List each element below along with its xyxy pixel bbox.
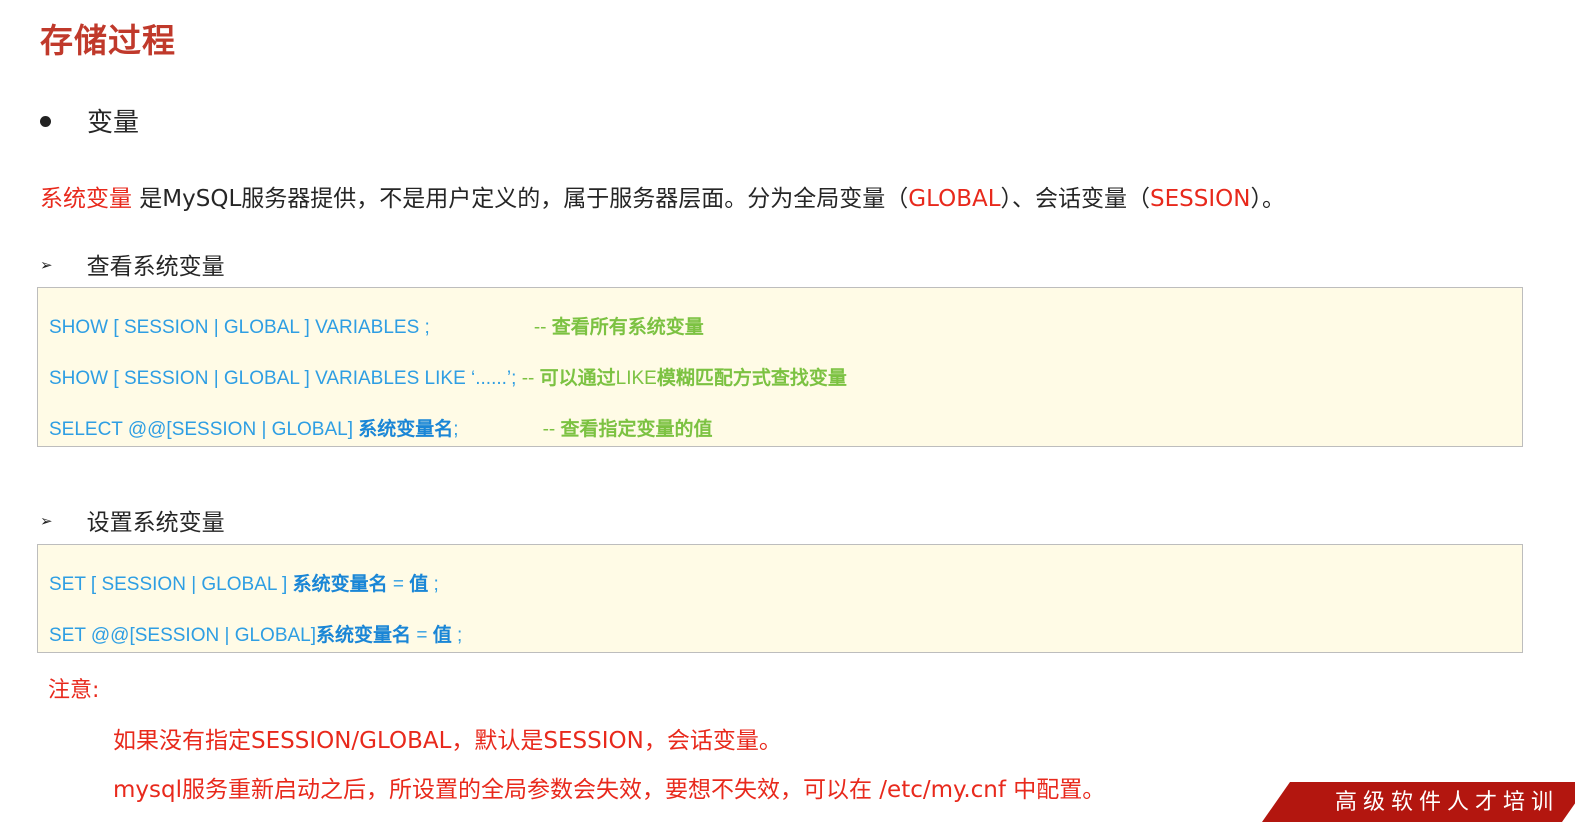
code-text: SHOW [ SESSION | GLOBAL ] VARIABLES LIKE… <box>49 368 517 389</box>
code-line: SELECT @@[SESSION | GLOBAL] 系统变量名; -- 查看指… <box>49 414 713 441</box>
note-label: 注意: <box>48 678 100 703</box>
arrow-bullet-icon: ➢ <box>40 256 53 274</box>
bullet-label: 变量 <box>87 108 140 138</box>
comment-text: 查看指定变量的值 <box>555 419 713 440</box>
page-title: 存储过程 <box>40 21 176 60</box>
code-line: SET @@[SESSION | GLOBAL]系统变量名 = 值 ; <box>49 620 462 647</box>
comment-dash: -- <box>542 419 556 440</box>
view-section-heading: ➢ 查看系统变量 <box>40 247 225 281</box>
intro-text-1: 是MySQL服务器提供，不是用户定义的，属于服务器层面。分为全局变量（ <box>132 186 909 212</box>
code-end: ; <box>453 419 459 440</box>
code-line: SHOW [ SESSION | GLOBAL ] VARIABLES ; -- … <box>49 312 704 339</box>
code-eq: = <box>411 625 433 646</box>
intro-text-3: ）。 <box>1250 186 1285 212</box>
comment-like: LIKE <box>615 368 657 389</box>
set-code-block: SET [ SESSION | GLOBAL ] 系统变量名 = 值 ; SET… <box>37 544 1523 653</box>
code-bold: 系统变量名 <box>292 574 388 595</box>
code-text: SHOW [ SESSION | GLOBAL ] VARIABLES ; <box>49 317 430 338</box>
set-heading-label: 设置系统变量 <box>86 510 225 536</box>
code-text: SELECT @@[SESSION | GLOBAL] <box>49 419 359 440</box>
code-end: ; <box>451 625 463 646</box>
code-bold: 系统变量名 <box>358 419 454 440</box>
comment-dash: -- <box>533 317 547 338</box>
code-value: 值 <box>432 625 452 646</box>
code-bold: 系统变量名 <box>316 625 412 646</box>
intro-term: 系统变量 <box>40 186 132 212</box>
comment-dash: -- <box>516 368 535 389</box>
intro-text-2: ）、会话变量（ <box>1000 186 1151 212</box>
code-end: ; <box>428 574 439 595</box>
note-line: 如果没有指定SESSION/GLOBAL，默认是SESSION，会话变量。 <box>113 728 782 754</box>
comment-text: 查看所有系统变量 <box>546 317 704 338</box>
code-text: SET [ SESSION | GLOBAL ] <box>49 574 293 595</box>
comment-rest: 模糊匹配方式查找变量 <box>656 368 847 389</box>
intro-global: GLOBAL <box>908 186 1001 212</box>
code-line: SHOW [ SESSION | GLOBAL ] VARIABLES LIKE… <box>49 363 847 390</box>
view-heading-label: 查看系统变量 <box>86 254 225 280</box>
view-code-block: SHOW [ SESSION | GLOBAL ] VARIABLES ; -- … <box>37 287 1523 447</box>
bullet-variables: 变量 <box>40 102 139 139</box>
logo-text: 高级软件人才培训 <box>1335 790 1560 815</box>
intro-session: SESSION <box>1150 186 1251 212</box>
code-text: SET @@[SESSION | GLOBAL] <box>49 625 317 646</box>
bullet-dot-icon <box>40 116 51 127</box>
set-section-heading: ➢ 设置系统变量 <box>40 503 225 537</box>
intro-paragraph: 系统变量 是MySQL服务器提供，不是用户定义的，属于服务器层面。分为全局变量（… <box>40 179 1285 213</box>
note-line: mysql服务重新启动之后，所设置的全局参数会失效，要想不失效，可以在 /etc… <box>113 777 1106 803</box>
comment-text: 可以通过 <box>534 368 616 389</box>
code-line: SET [ SESSION | GLOBAL ] 系统变量名 = 值 ; <box>49 569 439 596</box>
arrow-bullet-icon: ➢ <box>40 512 53 530</box>
code-eq: = <box>387 574 410 595</box>
code-value: 值 <box>409 574 429 595</box>
